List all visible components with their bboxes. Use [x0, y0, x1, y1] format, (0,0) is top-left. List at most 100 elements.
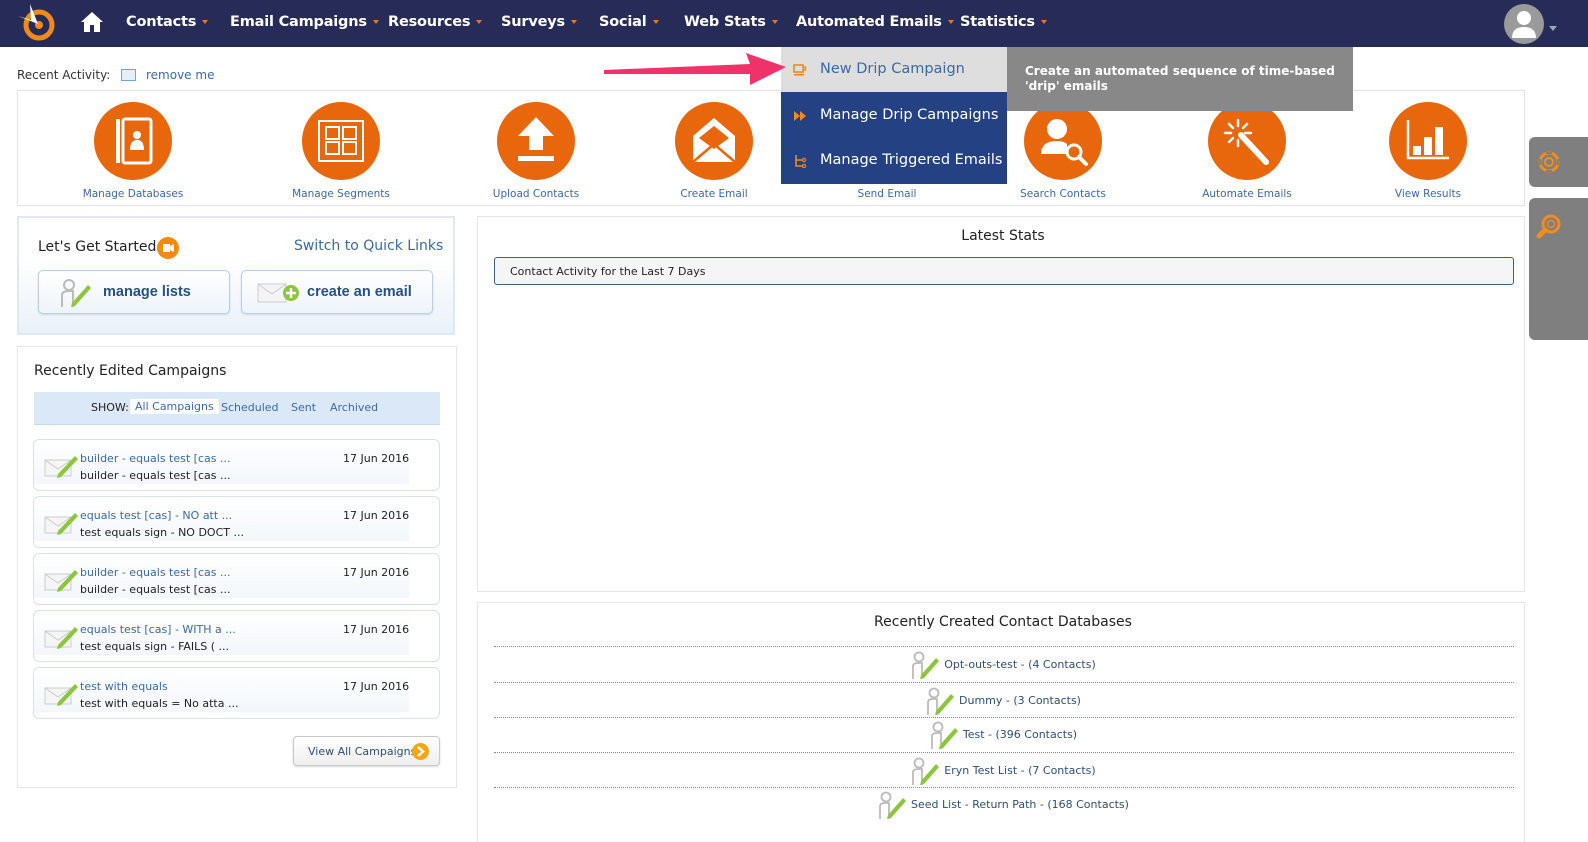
video-icon[interactable]	[157, 237, 179, 259]
envelope-open-icon	[692, 118, 736, 163]
automated-emails-dropdown: New Drip Campaign Manage Drip Campaigns …	[781, 47, 1007, 184]
filter-sent[interactable]: Sent	[291, 401, 316, 414]
nav-label: Contacts	[126, 14, 197, 30]
recent-activity-link[interactable]: remove me	[146, 68, 214, 82]
user-menu-caret-icon[interactable]	[1549, 26, 1557, 31]
row-divider	[494, 646, 1514, 647]
menu-manage-triggered-emails[interactable]: Manage Triggered Emails	[781, 138, 1007, 183]
envelope-edit-icon	[44, 513, 78, 535]
user-edit-icon	[927, 687, 955, 715]
button-label: create an email	[307, 284, 412, 300]
database-link[interactable]: Test - (396 Contacts)	[963, 728, 1077, 741]
campaign-name[interactable]: equals test [cas] - WITH a ...	[80, 623, 236, 636]
annotation-arrow-icon	[604, 53, 786, 85]
contact-activity-panel-header[interactable]: Contact Activity for the Last 7 Days	[494, 257, 1514, 285]
menu-new-drip-campaign[interactable]: New Drip Campaign	[781, 47, 1007, 92]
caret-down-icon	[1040, 20, 1047, 24]
database-list-item[interactable]: Dummy - (3 Contacts)	[477, 686, 1529, 716]
campaign-date: 17 Jun 2016	[343, 509, 410, 522]
nav-resources[interactable]: Resources	[388, 14, 483, 30]
filter-archived[interactable]: Archived	[330, 401, 378, 414]
caret-down-icon	[947, 20, 954, 24]
database-link[interactable]: Eryn Test List - (7 Contacts)	[944, 764, 1095, 777]
campaign-name[interactable]: builder - equals test [cas ...	[80, 566, 230, 579]
database-list-item[interactable]: Test - (396 Contacts)	[477, 720, 1529, 750]
campaign-row[interactable]: equals test [cas] - WITH a ... test equal…	[33, 610, 440, 662]
campaign-name[interactable]: equals test [cas] - NO att ...	[80, 509, 232, 522]
row-divider	[494, 682, 1514, 683]
view-all-campaigns-button[interactable]: View All Campaigns	[293, 736, 440, 766]
database-link[interactable]: Dummy - (3 Contacts)	[959, 694, 1081, 707]
envelope-edit-icon	[44, 570, 78, 592]
database-list-item[interactable]: Eryn Test List - (7 Contacts)	[477, 756, 1529, 786]
quick-automate-emails[interactable]: Automate Emails	[1167, 102, 1327, 200]
campaign-row[interactable]: builder - equals test [cas ... builder - …	[33, 439, 440, 491]
recent-databases-title: Recently Created Contact Databases	[874, 614, 1132, 630]
campaign-date: 17 Jun 2016	[343, 566, 410, 579]
get-started-title: Let's Get Started	[38, 239, 157, 255]
campaign-name[interactable]: test with equals	[80, 680, 168, 693]
switch-to-quick-links-link[interactable]: Switch to Quick Links	[294, 238, 443, 254]
nav-automated-emails[interactable]: Automated Emails	[796, 14, 954, 30]
filter-all-campaigns[interactable]: All Campaigns	[130, 399, 219, 414]
campaign-row[interactable]: test with equals test with equals = No at…	[33, 667, 440, 719]
caret-down-icon	[570, 20, 577, 24]
nav-email-campaigns[interactable]: Email Campaigns	[230, 14, 379, 30]
quick-label: Upload Contacts	[492, 188, 580, 200]
quick-view-results[interactable]: View Results	[1348, 102, 1508, 200]
nav-contacts[interactable]: Contacts	[126, 14, 209, 30]
search-side-tab[interactable]	[1529, 198, 1588, 340]
caret-down-icon	[771, 20, 778, 24]
quick-search-contacts[interactable]: Search Contacts	[983, 102, 1143, 200]
magic-wand-icon	[1223, 118, 1269, 165]
campaign-row[interactable]: builder - equals test [cas ... builder - …	[33, 553, 440, 605]
help-side-tab[interactable]	[1529, 137, 1588, 187]
campaign-row[interactable]: equals test [cas] - NO att ... test equal…	[33, 496, 440, 548]
show-label: SHOW:	[91, 401, 129, 414]
panel-label: Contact Activity for the Last 7 Days	[510, 265, 706, 278]
database-link[interactable]: Seed List - Return Path - (168 Contacts)	[911, 798, 1129, 811]
database-list-item[interactable]: Seed List - Return Path - (168 Contacts)	[477, 790, 1529, 820]
nav-web-stats[interactable]: Web Stats	[684, 14, 778, 30]
upload-icon	[518, 117, 554, 161]
campaign-date: 17 Jun 2016	[343, 680, 410, 693]
create-an-email-button[interactable]: create an email	[241, 270, 433, 314]
quick-upload-contacts[interactable]: Upload Contacts	[456, 102, 616, 200]
menu-manage-drip-campaigns[interactable]: Manage Drip Campaigns	[781, 93, 1007, 138]
nav-label: Surveys	[501, 14, 565, 30]
top-navigation-bar: Contacts Email Campaigns Resources Surve…	[0, 0, 1588, 47]
row-divider	[494, 752, 1514, 753]
nav-label: Web Stats	[684, 14, 766, 30]
quick-create-email[interactable]: Create Email	[634, 102, 794, 200]
logo-icon[interactable]	[16, 2, 58, 44]
form-icon	[121, 69, 136, 81]
fast-forward-icon	[794, 111, 806, 121]
nav-social[interactable]: Social	[599, 14, 659, 30]
coffee-cup-icon	[793, 64, 807, 76]
user-edit-icon	[61, 279, 91, 307]
quick-manage-databases[interactable]: Manage Databases	[53, 102, 213, 200]
menu-label: Manage Triggered Emails	[820, 152, 1003, 168]
nav-statistics[interactable]: Statistics	[960, 14, 1047, 30]
user-avatar[interactable]	[1504, 4, 1544, 44]
quick-label: Manage Segments	[292, 188, 390, 200]
campaign-name[interactable]: builder - equals test [cas ...	[80, 452, 230, 465]
lifebuoy-icon	[1538, 151, 1560, 173]
manage-lists-button[interactable]: manage lists	[38, 270, 230, 314]
segments-grid-icon	[318, 120, 364, 162]
nav-label: Automated Emails	[796, 14, 942, 30]
caret-down-icon	[372, 20, 379, 24]
quick-manage-segments[interactable]: Manage Segments	[261, 102, 421, 200]
database-link[interactable]: Opt-outs-test - (4 Contacts)	[944, 658, 1096, 671]
latest-stats-title: Latest Stats	[961, 228, 1045, 244]
quick-label: Manage Databases	[82, 188, 184, 200]
envelope-edit-icon	[44, 627, 78, 649]
arrow-right-circle-icon	[412, 743, 429, 760]
nav-surveys[interactable]: Surveys	[501, 14, 577, 30]
bar-chart-icon	[1406, 120, 1449, 160]
home-icon[interactable]	[80, 11, 104, 33]
menu-tooltip: Create an automated sequence of time-bas…	[1007, 47, 1353, 111]
database-list-item[interactable]: Opt-outs-test - (4 Contacts)	[477, 650, 1529, 680]
nav-label: Statistics	[960, 14, 1035, 30]
filter-scheduled[interactable]: Scheduled	[221, 401, 279, 414]
